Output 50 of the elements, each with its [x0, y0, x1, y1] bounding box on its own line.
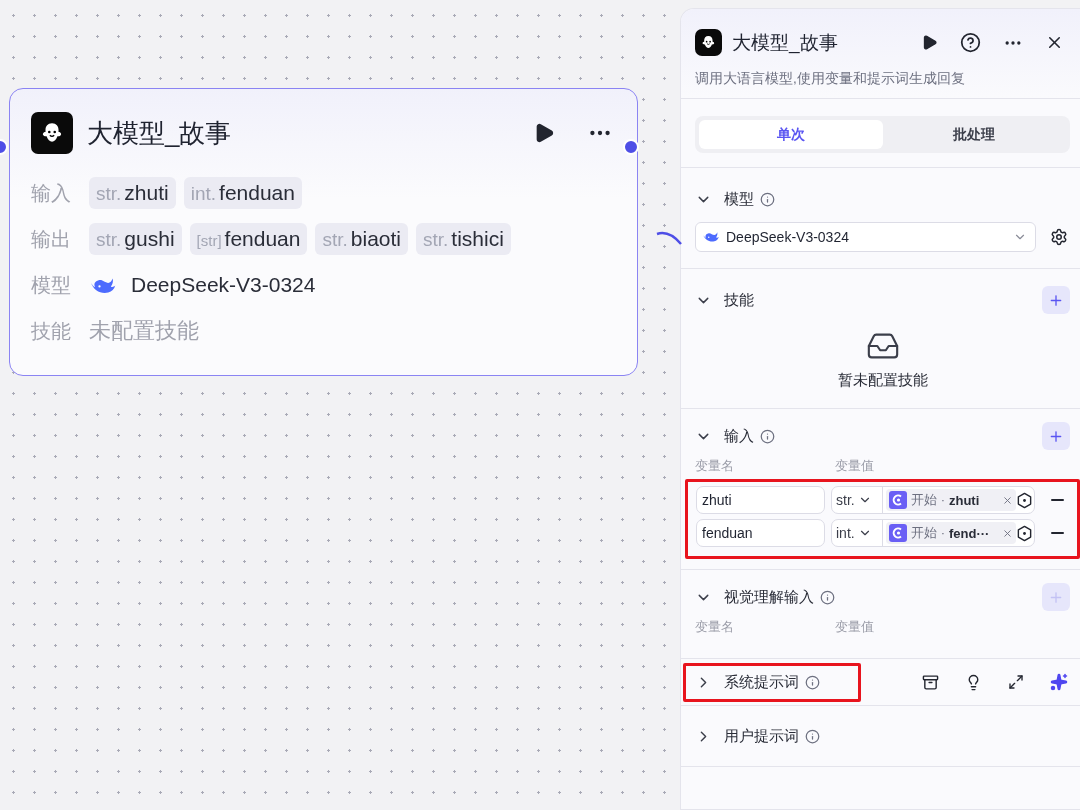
model-name: DeepSeek-V3-0324	[131, 273, 316, 297]
variable-tag: int.fenduan	[183, 177, 302, 209]
type-select[interactable]: int.	[832, 520, 883, 546]
logo-icon	[31, 112, 73, 154]
section-title: 模型	[724, 189, 754, 209]
panel-description: 调用大语言模型,使用变量和提示词生成回复	[695, 70, 966, 88]
tab[interactable]: 单次	[699, 120, 883, 149]
start-node-icon	[889, 491, 907, 509]
node-card[interactable]: 大模型_故事 输入 str.zhuti int.fenduan 输出 str.gushi [str]fenduan str.biaoti str.tishici 模型 DeepSeek-V3-0324 技能 未配置技能	[9, 88, 638, 376]
minus-icon	[1051, 499, 1064, 501]
section-title: 输入	[724, 426, 754, 446]
row-label: 技能	[31, 318, 72, 344]
variable-name-field[interactable]: fenduan	[696, 519, 825, 547]
row-label: 输入	[31, 180, 72, 206]
variable-picker-icon[interactable]	[1016, 524, 1033, 542]
type-select[interactable]: str.	[832, 487, 883, 513]
variable-tag: str.tishici	[416, 223, 511, 255]
variable-name-field[interactable]: zhuti	[696, 486, 825, 514]
empty-skills-text: 未配置技能	[89, 317, 199, 345]
section-title: 系统提示词	[724, 672, 799, 692]
column-header: 变量值	[835, 618, 875, 636]
help-icon[interactable]	[958, 30, 983, 55]
row-label: 模型	[31, 272, 72, 298]
panel-title: 大模型_故事	[732, 30, 839, 56]
variable-tag: [str]fenduan	[189, 223, 308, 255]
empty-text: 暂未配置技能	[837, 371, 928, 390]
add-button[interactable]	[1042, 422, 1070, 450]
variable-tag: str.biaoti	[315, 223, 408, 255]
logo-icon	[695, 29, 722, 56]
whale-icon	[702, 230, 720, 244]
tab[interactable]: 批处理	[882, 120, 1066, 149]
variable-tag: str.zhuti	[89, 177, 176, 209]
variable-picker-icon[interactable]	[1016, 491, 1033, 509]
expand-icon[interactable]	[1006, 672, 1026, 692]
section-title: 用户提示词	[724, 726, 799, 746]
variable-reference[interactable]: 开始 · zhuti	[886, 489, 1016, 511]
column-header: 变量名	[695, 618, 735, 636]
section-title: 视觉理解输入	[724, 587, 814, 607]
column-header: 变量名	[695, 457, 735, 475]
column-header: 变量值	[835, 457, 875, 475]
section-title: 技能	[724, 290, 754, 310]
variable-tag: str.gushi	[89, 223, 182, 255]
node-title: 大模型_故事	[87, 116, 233, 150]
minus-icon	[1051, 532, 1064, 534]
model-select[interactable]: DeepSeek-V3-0324	[695, 222, 1036, 252]
start-node-icon	[889, 524, 907, 542]
row-label: 输出	[31, 226, 72, 252]
add-button[interactable]	[1042, 286, 1070, 314]
variable-reference[interactable]: 开始 · fend···	[886, 522, 1016, 544]
sparkle-icon[interactable]	[1048, 671, 1070, 693]
